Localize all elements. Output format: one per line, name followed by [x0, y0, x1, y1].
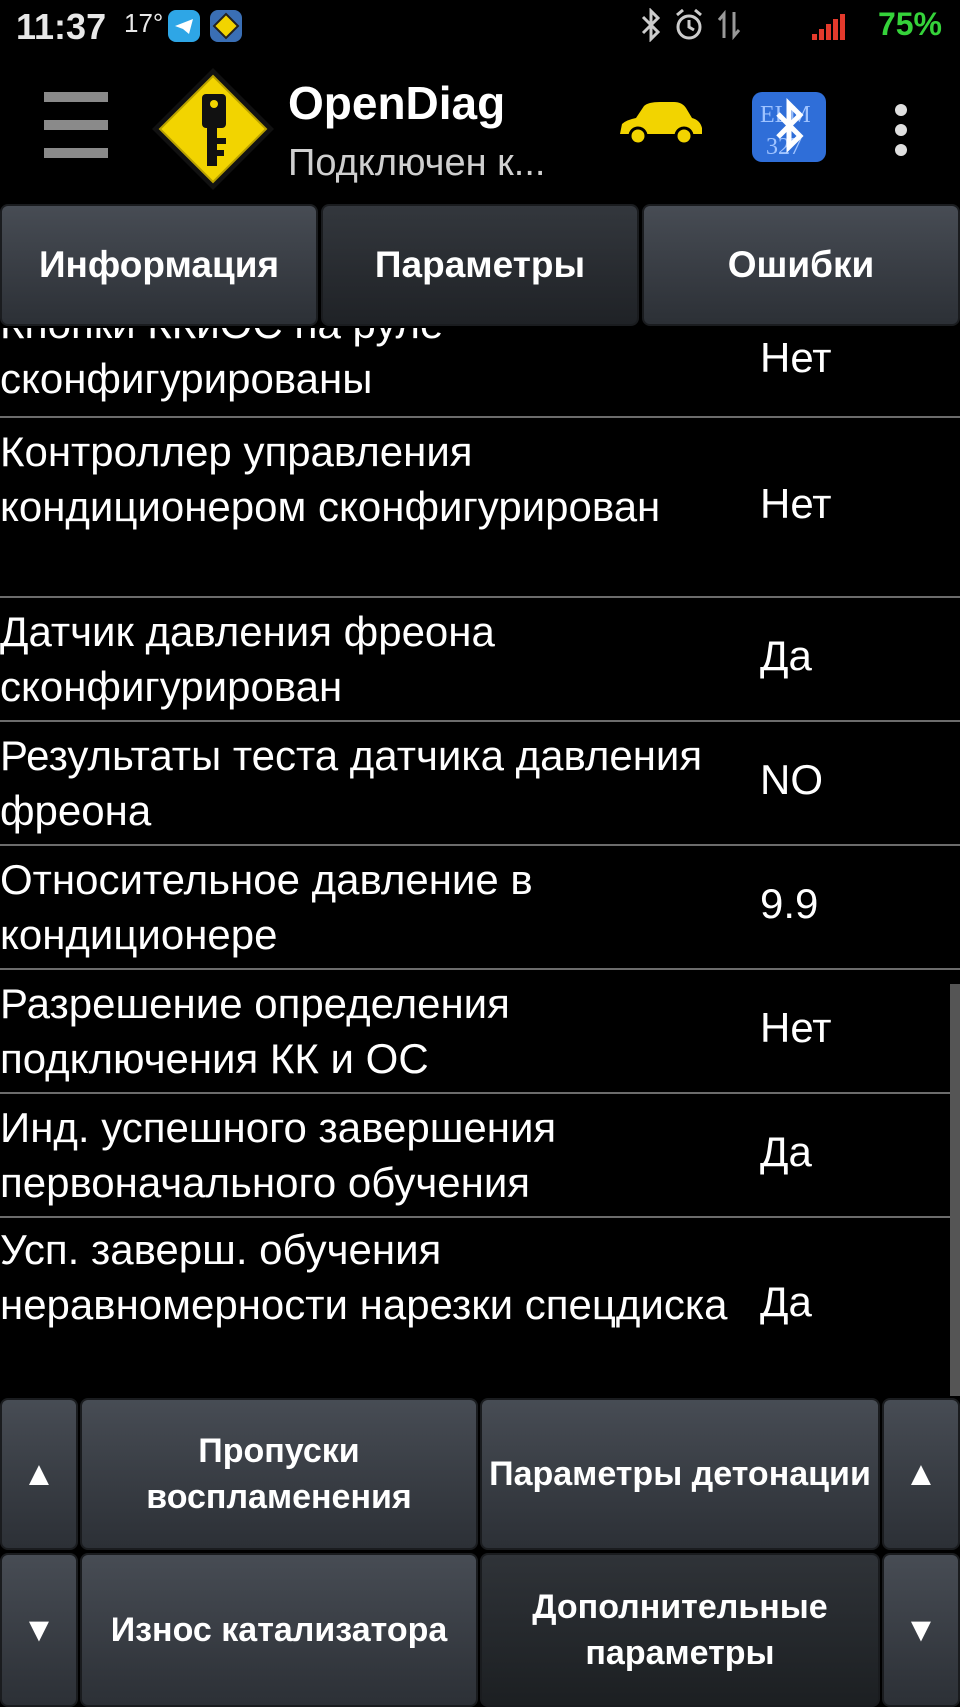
parameter-value: 9.9 — [760, 880, 819, 927]
tab-information[interactable]: Информация — [0, 204, 318, 326]
scroll-down-left-button[interactable]: ▼ — [0, 1553, 78, 1707]
bluetooth-icon — [640, 7, 662, 51]
parameter-value: Нет — [760, 334, 832, 381]
parameter-value: NO — [760, 756, 823, 803]
battery-level: 75% — [877, 6, 942, 42]
parameter-label: Разрешение определения подключения КК и … — [0, 980, 510, 1082]
scroll-up-left-button[interactable]: ▲ — [0, 1398, 78, 1550]
list-item[interactable]: Результаты теста датчика давления фреона… — [0, 722, 960, 846]
parameter-value: Нет — [760, 1004, 832, 1051]
status-bar: 11:37 17° 75% — [0, 0, 960, 56]
telegram-icon — [168, 10, 200, 42]
scrollbar[interactable] — [950, 984, 960, 1396]
parameter-label: Результаты теста датчика давления фреона — [0, 732, 703, 834]
action-bar: OpenDiag Подключен к... ELM 327 — [0, 56, 960, 202]
detonation-parameters-button[interactable]: Параметры детонации — [480, 1398, 880, 1550]
data-transfer-icon — [716, 8, 742, 51]
list-item[interactable]: Датчик давления фреона сконфигурирован Д… — [0, 598, 960, 722]
overflow-menu-icon[interactable] — [888, 104, 914, 158]
parameter-value: Да — [760, 632, 812, 679]
menu-icon[interactable] — [44, 92, 108, 162]
signal-icon — [812, 14, 848, 40]
elm327-bluetooth-icon[interactable]: ELM 327 — [752, 92, 826, 162]
temperature: 17° — [124, 8, 164, 38]
clock: 11:37 — [16, 6, 107, 47]
list-item[interactable]: Инд. успешного завершения первоначальног… — [0, 1094, 960, 1218]
tab-parameters[interactable]: Параметры — [321, 204, 639, 326]
parameter-value: Да — [760, 1128, 812, 1175]
parameter-value: Нет — [760, 480, 832, 527]
parameter-value: Да — [760, 1278, 812, 1325]
additional-parameters-button[interactable]: Дополнительные параметры — [480, 1553, 880, 1707]
app-title: OpenDiag — [288, 77, 506, 129]
list-item[interactable]: Усп. заверш. обучения неравномерности на… — [0, 1218, 960, 1396]
tab-errors[interactable]: Ошибки — [642, 204, 960, 326]
scroll-down-right-button[interactable]: ▼ — [882, 1553, 960, 1707]
scroll-up-right-button[interactable]: ▲ — [882, 1398, 960, 1550]
parameter-label: Усп. заверш. обучения неравномерности на… — [0, 1226, 728, 1328]
misfires-button[interactable]: Пропуски воспламенения — [80, 1398, 478, 1550]
opendiag-notification-icon — [210, 10, 242, 42]
parameter-label: Кнопки ККиОС на руле сконфигурированы — [0, 328, 443, 402]
catalyst-wear-button[interactable]: Износ катализатора — [80, 1553, 478, 1707]
list-item[interactable]: Разрешение определения подключения КК и … — [0, 970, 960, 1094]
car-icon[interactable] — [616, 100, 704, 146]
parameter-label: Контроллер управления кондиционером скон… — [0, 428, 661, 530]
opendiag-logo[interactable] — [148, 64, 278, 194]
parameter-label: Относительное давление в кондиционере — [0, 856, 533, 958]
parameters-list[interactable]: Кнопки ККиОС на руле сконфигурированы Не… — [0, 328, 960, 1396]
list-item[interactable]: Контроллер управления кондиционером скон… — [0, 418, 960, 598]
tab-bar: Информация Параметры Ошибки — [0, 202, 960, 328]
connection-status: Подключен к... — [288, 142, 546, 184]
parameter-label: Инд. успешного завершения первоначальног… — [0, 1104, 557, 1206]
list-item[interactable]: Относительное давление в кондиционере 9.… — [0, 846, 960, 970]
alarm-icon — [674, 8, 704, 51]
list-item[interactable]: Кнопки ККиОС на руле сконфигурированы Не… — [0, 328, 960, 418]
parameter-label: Датчик давления фреона сконфигурирован — [0, 608, 495, 710]
